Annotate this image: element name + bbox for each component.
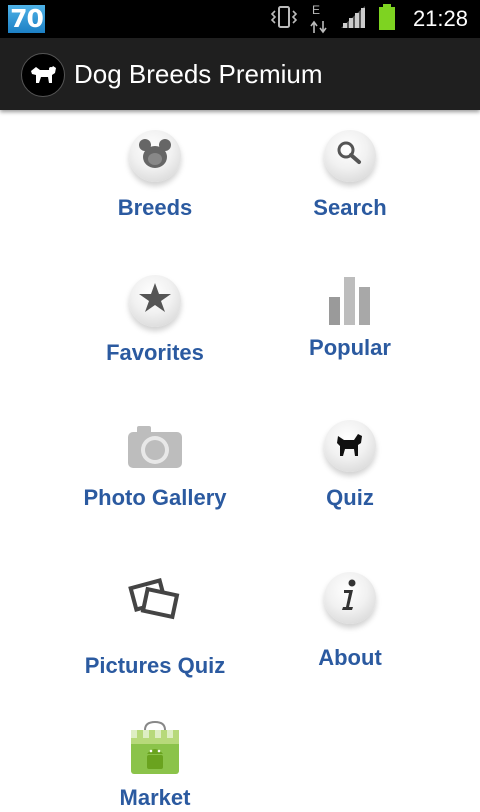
network-type-label: E xyxy=(311,3,320,17)
search-label: Search xyxy=(313,195,387,220)
popular-button[interactable]: Popular xyxy=(250,273,450,362)
clock: 21:28 xyxy=(412,6,468,31)
photo-gallery-label: Photo Gallery xyxy=(83,485,227,510)
signal-icon xyxy=(339,4,367,34)
status-icons: E 21:28 xyxy=(269,0,468,38)
breeds-button[interactable]: Breeds xyxy=(55,128,255,222)
android-market-icon xyxy=(125,718,185,778)
paw-icon xyxy=(125,128,185,188)
action-bar: Dog Breeds Premium xyxy=(0,38,480,110)
about-button[interactable]: About xyxy=(250,570,450,672)
quiz-button[interactable]: Quiz xyxy=(250,418,450,512)
dog-logo-icon[interactable] xyxy=(21,53,65,97)
favorites-label: Favorites xyxy=(106,340,204,365)
photo-gallery-button[interactable]: Photo Gallery xyxy=(55,418,255,512)
dog-silhouette-icon xyxy=(320,418,380,478)
market-button[interactable]: Market xyxy=(55,718,255,812)
market-label: Market xyxy=(119,785,191,810)
breeds-label: Breeds xyxy=(117,195,193,220)
popular-label: Popular xyxy=(309,335,391,360)
battery-icon xyxy=(377,3,397,35)
search-button[interactable]: Search xyxy=(250,128,450,222)
pictures-icon xyxy=(125,570,185,630)
pictures-quiz-button[interactable]: Pictures Quiz xyxy=(55,570,255,680)
quiz-label: Quiz xyxy=(326,485,374,510)
status-bar: 70 E 21:28 xyxy=(0,0,480,38)
about-label: About xyxy=(318,645,382,670)
app-title: Dog Breeds Premium xyxy=(74,59,323,89)
magnifier-icon xyxy=(320,128,380,188)
vibrate-icon xyxy=(269,4,299,34)
data-arrows-icon: E xyxy=(309,3,329,34)
pictures-quiz-label: Pictures Quiz xyxy=(84,653,226,678)
star-icon xyxy=(125,273,185,333)
info-icon xyxy=(320,570,380,630)
favorites-button[interactable]: Favorites xyxy=(55,273,255,367)
notification-badge: 70 xyxy=(8,5,45,33)
camera-icon xyxy=(125,418,185,478)
bar-chart-icon xyxy=(320,273,380,328)
